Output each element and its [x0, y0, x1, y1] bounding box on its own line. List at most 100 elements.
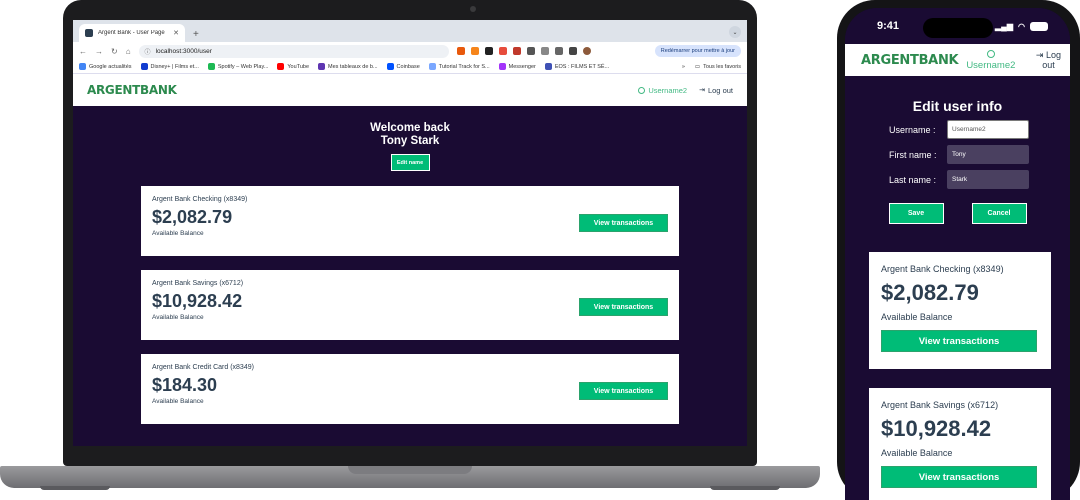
bookmark-icon [498, 63, 506, 70]
camera-dot [470, 6, 476, 12]
logout-text: Log out [707, 85, 733, 95]
logout-text-line1: Log [1045, 50, 1061, 60]
lastname-row: Last name : [845, 170, 1070, 189]
bookmark-item[interactable]: EOS : FILMS ET SÉ... [544, 63, 609, 70]
device-mockup-stage: Argent Bank - User Page ✕ + ⌄ ← → ↻ ⌂ ⓘ … [0, 0, 1080, 500]
extensions-row [456, 47, 591, 55]
status-bar: 9:41 ▂▄▆ ◠ [845, 8, 1070, 44]
new-tab-button[interactable]: + [193, 29, 199, 40]
account-card-checking: Argent Bank Checking (x8349) $2,082.79 A… [869, 252, 1051, 369]
bookmarks-more-button[interactable]: » [682, 64, 685, 70]
bookmark-label: YouTube [287, 63, 310, 70]
bookmark-icon [386, 63, 394, 70]
account-title: Argent Bank Savings (x6712) [152, 280, 244, 287]
lastname-label: Last name : [889, 174, 937, 185]
firstname-row: First name : [845, 145, 1070, 164]
extension-icon[interactable] [512, 47, 521, 55]
bookmark-icon [79, 63, 86, 70]
extension-icon[interactable] [456, 47, 465, 55]
laptop-notch [348, 466, 472, 474]
account-title: Argent Bank Savings (x6712) [881, 400, 999, 410]
extension-icon[interactable] [484, 47, 493, 55]
home-icon[interactable]: ⌂ [126, 47, 131, 56]
metamask-icon[interactable] [470, 47, 479, 55]
view-transactions-button[interactable]: View transactions [881, 466, 1037, 488]
bookmark-label: Tutorial Track for S... [438, 63, 490, 70]
tab-title: Argent Bank - User Page [98, 30, 165, 36]
sidepanel-icon[interactable] [568, 47, 577, 55]
status-time: 9:41 [877, 20, 900, 32]
tab-favicon-icon [85, 29, 93, 37]
laptop-foot-left [40, 486, 110, 490]
logo-text-bank: BANK [140, 83, 177, 97]
bookmark-item[interactable]: Coinbase [386, 63, 420, 70]
tab-search-icon[interactable]: ⌄ [729, 26, 741, 38]
mobile-navbar: ARGENTBANK Username2 ⇥ Log out [845, 44, 1070, 76]
bookmark-item[interactable]: YouTube [277, 63, 309, 70]
bookmark-item[interactable]: Tutorial Track for S... [428, 63, 490, 70]
welcome-header: Welcome back Tony Stark [73, 106, 747, 148]
logo-text-argent: ARGENT [861, 52, 919, 68]
username-link[interactable]: Username2 [966, 49, 1015, 71]
edit-user-info-title: Edit user info [912, 98, 1003, 114]
view-transactions-button[interactable]: View transactions [579, 298, 668, 316]
bookmark-item[interactable]: Disney+ | Films et... [140, 63, 199, 70]
restart-update-button[interactable]: Redémarrer pour mettre à jour [654, 45, 741, 57]
bookmark-label: Coinbase [396, 63, 420, 70]
address-bar[interactable]: ⓘ localhost:3000/user [138, 44, 449, 58]
url-text: localhost:3000/user [155, 47, 212, 55]
argent-bank-logo[interactable]: ARGENTBANK [87, 83, 177, 97]
view-transactions-button[interactable]: View transactions [579, 214, 668, 232]
sign-out-icon: ⇥ [1035, 50, 1044, 60]
reload-icon[interactable]: ↻ [111, 47, 118, 56]
forward-icon[interactable]: → [95, 47, 103, 56]
lastname-input [947, 170, 1029, 189]
account-title: Argent Bank Credit Card (x8349) [152, 364, 254, 371]
account-amount-description: Available Balance [881, 312, 953, 322]
extension-icon[interactable] [498, 47, 507, 55]
wifi-icon: ◠ [1018, 21, 1025, 31]
bookmark-item[interactable]: Messenger [498, 63, 536, 70]
user-circle-icon [638, 86, 646, 94]
save-button[interactable]: Save [888, 203, 944, 224]
bookmark-icon [277, 63, 285, 70]
logout-link[interactable]: ⇥ Log out [699, 86, 733, 95]
extension-icon[interactable] [526, 47, 535, 55]
edit-form-buttons: Save Cancel [845, 203, 1070, 224]
account-amount-description: Available Balance [881, 448, 953, 458]
battery-icon [1030, 21, 1048, 31]
download-icon[interactable] [554, 47, 563, 55]
account-title: Argent Bank Checking (x8349) [152, 196, 248, 203]
tab-close-icon[interactable]: ✕ [173, 29, 179, 37]
all-bookmarks-button[interactable]: ▭ Tous les favoris [695, 64, 741, 70]
bookmark-item[interactable]: Spotify – Web Play... [207, 63, 268, 70]
username-text: Username2 [648, 85, 688, 95]
bookmark-item[interactable]: Google actualités [79, 63, 132, 70]
back-icon[interactable]: ← [79, 47, 87, 56]
browser-tab-bar: Argent Bank - User Page ✕ + ⌄ [73, 20, 747, 42]
bookmark-icon [544, 63, 552, 70]
username-link[interactable]: Username2 [638, 86, 687, 95]
sign-out-icon: ⇥ [699, 87, 705, 94]
logout-link[interactable]: ⇥ Log out [1036, 50, 1061, 70]
bookmark-icon [318, 63, 326, 70]
site-info-icon[interactable]: ⓘ [145, 47, 151, 56]
view-transactions-button[interactable]: View transactions [579, 382, 668, 400]
phone-screen: 9:41 ▂▄▆ ◠ ARGENTBANK Username2 ⇥ Log ou… [845, 8, 1070, 500]
cancel-button[interactable]: Cancel [971, 203, 1027, 224]
firstname-input [947, 145, 1029, 164]
bookmark-icon [428, 63, 436, 70]
edit-name-button[interactable]: Edit name [390, 154, 430, 171]
view-transactions-button[interactable]: View transactions [881, 330, 1037, 352]
username-input[interactable] [947, 120, 1029, 139]
profile-avatar[interactable] [582, 47, 591, 55]
bookmark-label: Messenger [508, 63, 536, 70]
welcome-greeting: Welcome back [370, 122, 450, 134]
username-row: Username : [845, 120, 1070, 139]
browser-tab[interactable]: Argent Bank - User Page ✕ [79, 24, 185, 42]
logout-text-line2: out [1042, 60, 1055, 70]
argent-bank-logo[interactable]: ARGENTBANK [861, 52, 959, 68]
account-card-credit: Argent Bank Credit Card (x8349) $184.30 … [141, 354, 679, 424]
puzzle-icon[interactable] [540, 47, 549, 55]
bookmark-item[interactable]: Mes tableaux de b... [318, 63, 378, 70]
